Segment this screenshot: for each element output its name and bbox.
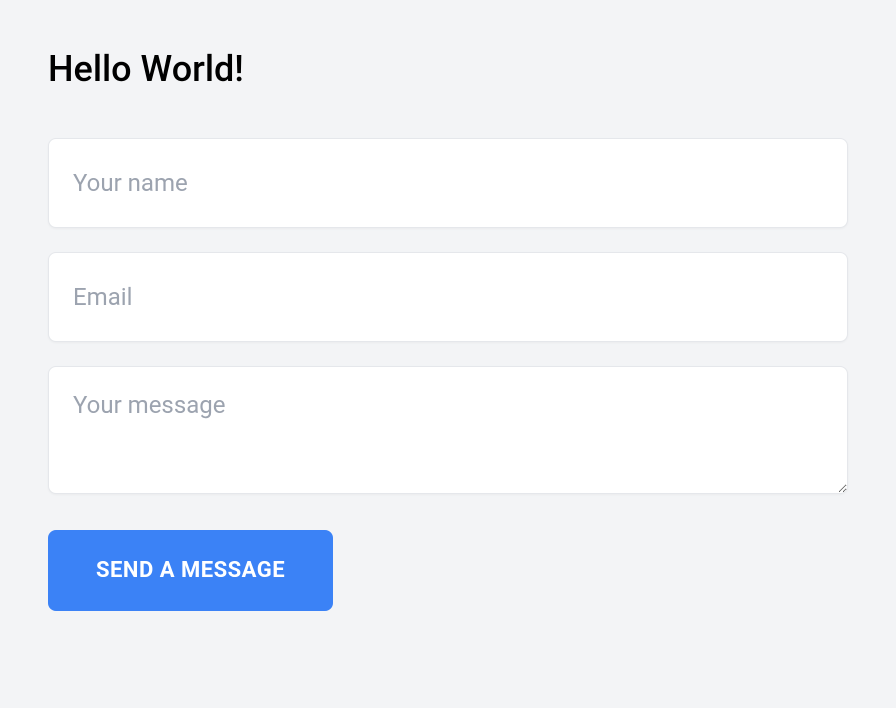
contact-form: Send a message [48,138,848,611]
name-input[interactable] [48,138,848,228]
page-title: Hello World! [48,48,848,90]
email-input[interactable] [48,252,848,342]
message-textarea[interactable] [48,366,848,494]
send-message-button[interactable]: Send a message [48,530,333,611]
